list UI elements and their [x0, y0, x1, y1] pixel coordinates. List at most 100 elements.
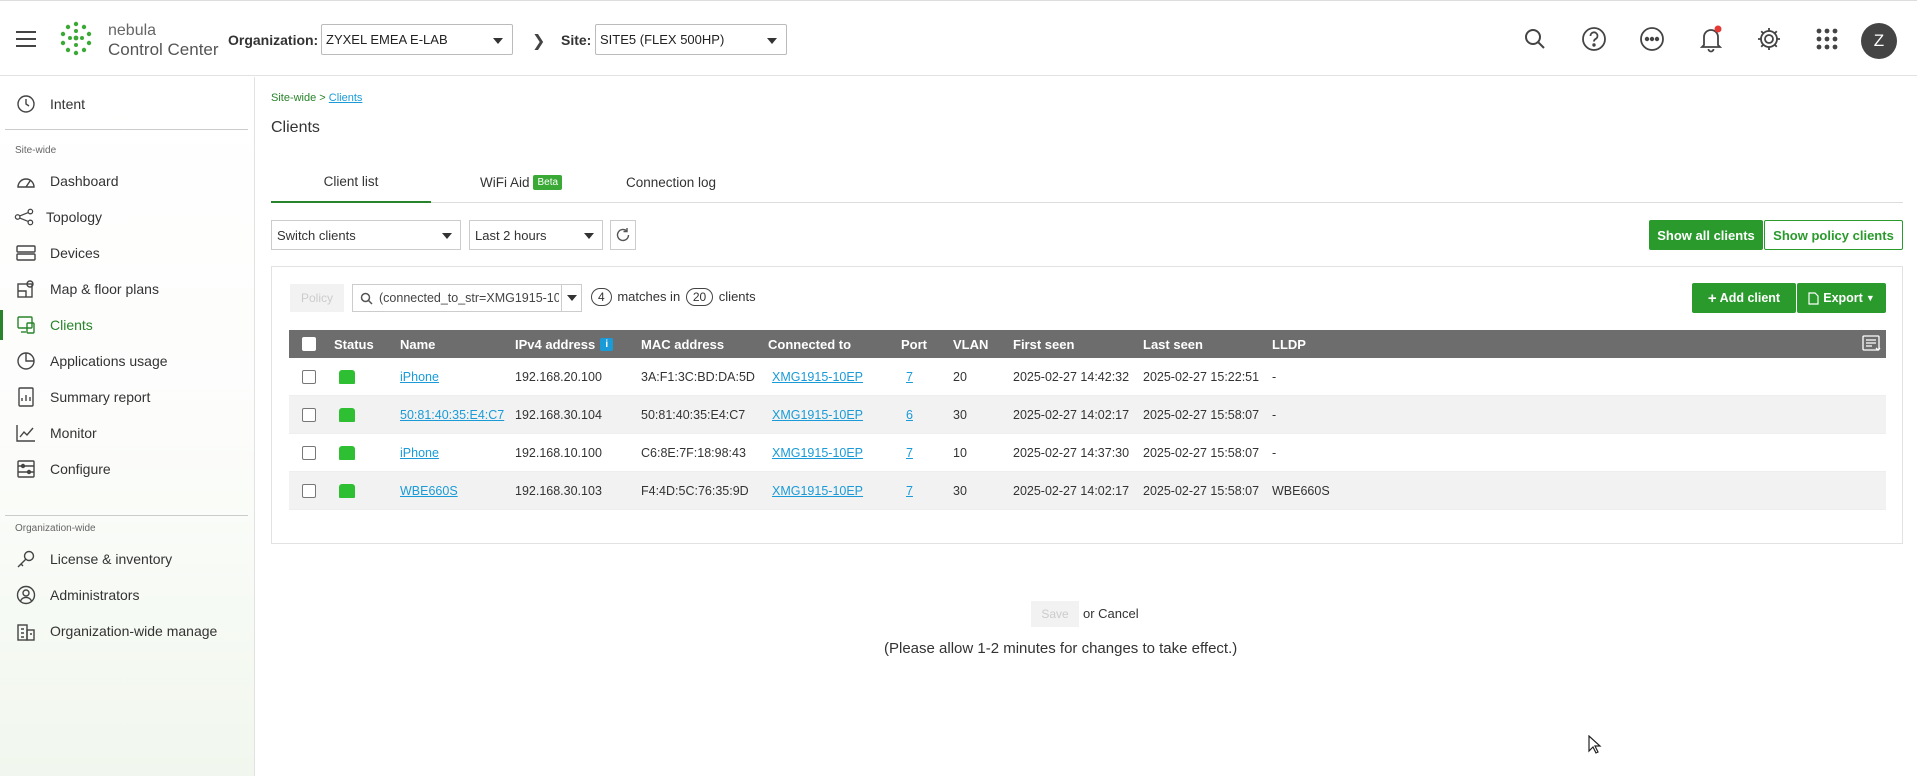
- clients-icon: [16, 315, 36, 335]
- row-checkbox[interactable]: [302, 396, 316, 433]
- connected-to-link[interactable]: XMG1915-10EP: [772, 472, 863, 509]
- logo-line2: Control Center: [108, 40, 219, 59]
- first-seen-cell: 2025-02-27 14:02:17: [1013, 407, 1130, 422]
- row-checkbox[interactable]: [302, 358, 316, 395]
- logo-text: nebula Control Center: [108, 21, 219, 59]
- matches-count: 4: [591, 288, 612, 306]
- devices-icon: [16, 243, 36, 263]
- status-online-icon: [339, 396, 355, 433]
- org-label: Organization:: [228, 32, 319, 48]
- pie-icon: [16, 351, 36, 371]
- col-vlan[interactable]: VLAN: [953, 330, 988, 358]
- client-name-link[interactable]: iPhone: [400, 434, 439, 471]
- col-last-seen[interactable]: Last seen: [1143, 330, 1203, 358]
- sidebar-item-applications-usage[interactable]: Applications usage: [0, 344, 254, 378]
- time-range-select[interactable]: Last 2 hours: [469, 220, 603, 250]
- col-connected-to[interactable]: Connected to: [768, 330, 851, 358]
- export-button[interactable]: Export ▼: [1797, 283, 1886, 313]
- apps-grid-icon[interactable]: [1811, 23, 1843, 55]
- col-first-seen[interactable]: First seen: [1013, 330, 1074, 358]
- table-row[interactable]: WBE660S 192.168.30.103 F4:4D:5C:76:35:9D…: [289, 472, 1886, 510]
- refresh-button[interactable]: [610, 220, 636, 250]
- row-checkbox[interactable]: [302, 434, 316, 471]
- show-policy-clients-button[interactable]: Show policy clients: [1764, 220, 1903, 250]
- sidebar-item-label: Configure: [50, 461, 111, 477]
- search-filter-input[interactable]: (connected_to_str=XMG1915-10EP): [352, 284, 582, 312]
- table-row[interactable]: 50:81:40:35:E4:C7 192.168.30.104 50:81:4…: [289, 396, 1886, 434]
- column-settings-icon[interactable]: [1862, 330, 1882, 358]
- table-row[interactable]: iPhone 192.168.20.100 3A:F1:3C:BD:DA:5D …: [289, 358, 1886, 396]
- add-client-button[interactable]: + Add client: [1692, 283, 1796, 313]
- sidebar-divider: [5, 129, 248, 130]
- sidebar-item-topology[interactable]: Topology: [0, 200, 254, 234]
- client-name-link[interactable]: 50:81:40:35:E4:C7: [400, 396, 504, 433]
- col-ipv4[interactable]: IPv4 address i: [515, 330, 614, 358]
- tab-client-list[interactable]: Client list: [271, 161, 431, 203]
- sidebar-item-administrators[interactable]: Administrators: [0, 578, 254, 612]
- col-name[interactable]: Name: [400, 330, 435, 358]
- search-icon[interactable]: [1519, 23, 1551, 55]
- sidebar-item-clients[interactable]: Clients: [0, 308, 254, 342]
- last-seen-cell: 2025-02-27 15:22:51: [1143, 369, 1260, 384]
- port-link[interactable]: 6: [906, 396, 913, 433]
- sidebar-item-label: Applications usage: [50, 353, 168, 369]
- sidebar-item-devices[interactable]: Devices: [0, 236, 254, 270]
- site-select[interactable]: SITE5 (FLEX 500HP): [595, 24, 787, 55]
- connected-to-link[interactable]: XMG1915-10EP: [772, 396, 863, 433]
- or-text: or: [1083, 606, 1099, 621]
- add-client-label: Add client: [1719, 291, 1781, 305]
- sidebar-item-monitor[interactable]: Monitor: [0, 416, 254, 450]
- policy-button[interactable]: Policy: [290, 284, 344, 312]
- client-name-link[interactable]: WBE660S: [400, 472, 458, 509]
- port-link[interactable]: 7: [906, 434, 913, 471]
- sidebar-item-label: Devices: [50, 245, 100, 261]
- org-select[interactable]: ZYXEL EMEA E-LAB: [321, 24, 513, 55]
- hamburger-menu-icon[interactable]: [16, 31, 36, 47]
- info-icon[interactable]: i: [600, 337, 614, 351]
- user-avatar[interactable]: Z: [1861, 23, 1897, 59]
- help-icon[interactable]: [1578, 23, 1610, 55]
- notification-bell-icon[interactable]: [1695, 23, 1727, 55]
- sidebar-item-configure[interactable]: Configure: [0, 452, 254, 486]
- search-dropdown-button[interactable]: [561, 285, 581, 311]
- sidebar-item-label: Intent: [50, 96, 86, 112]
- table-row[interactable]: iPhone 192.168.10.100 C6:8E:7F:18:98:43 …: [289, 434, 1886, 472]
- col-port[interactable]: Port: [901, 330, 927, 358]
- sidebar-item-label: Organization-wide manage: [50, 623, 218, 639]
- connected-to-link[interactable]: XMG1915-10EP: [772, 358, 863, 395]
- more-icon[interactable]: [1636, 23, 1668, 55]
- breadcrumb-current[interactable]: Clients: [329, 92, 363, 104]
- sidebar-item-summary-report[interactable]: Summary report: [0, 380, 254, 414]
- show-all-clients-button[interactable]: Show all clients: [1649, 220, 1763, 250]
- col-status[interactable]: Status: [334, 330, 374, 358]
- lldp-cell: -: [1272, 407, 1277, 422]
- search-filter-value: (connected_to_str=XMG1915-10EP): [379, 291, 559, 305]
- select-all-checkbox[interactable]: [302, 330, 316, 358]
- cancel-link[interactable]: Cancel: [1098, 606, 1138, 621]
- tab-wifi-aid[interactable]: WiFi Aid Beta: [461, 161, 581, 203]
- connected-to-link[interactable]: XMG1915-10EP: [772, 434, 863, 471]
- port-link[interactable]: 7: [906, 472, 913, 509]
- client-name-link[interactable]: iPhone: [400, 358, 439, 395]
- save-button[interactable]: Save: [1031, 601, 1079, 627]
- sidebar-item-org-manage[interactable]: Organization-wide manage: [0, 614, 254, 648]
- row-checkbox[interactable]: [302, 472, 316, 509]
- sidebar-item-intent[interactable]: Intent: [0, 87, 254, 121]
- lldp-cell: -: [1272, 369, 1277, 384]
- vlan-cell: 20: [953, 369, 967, 384]
- sidebar-item-map[interactable]: Map & floor plans: [0, 272, 254, 306]
- sidebar-item-license[interactable]: License & inventory: [0, 542, 254, 576]
- last-seen-cell: 2025-02-27 15:58:07: [1143, 407, 1260, 422]
- sidebar-item-dashboard[interactable]: Dashboard: [0, 164, 254, 198]
- col-mac[interactable]: MAC address: [641, 330, 724, 358]
- client-type-select[interactable]: Switch clients: [271, 220, 461, 250]
- breadcrumb-root[interactable]: Site-wide >: [271, 92, 326, 104]
- or-cancel: or Cancel: [1083, 606, 1139, 621]
- port-link[interactable]: 7: [906, 358, 913, 395]
- caret-down-icon: ▼: [1865, 293, 1875, 303]
- status-online-icon: [339, 358, 355, 395]
- settings-gear-icon[interactable]: [1753, 23, 1785, 55]
- tab-connection-log[interactable]: Connection log: [606, 161, 736, 203]
- status-online-icon: [339, 472, 355, 509]
- col-lldp[interactable]: LLDP: [1272, 330, 1306, 358]
